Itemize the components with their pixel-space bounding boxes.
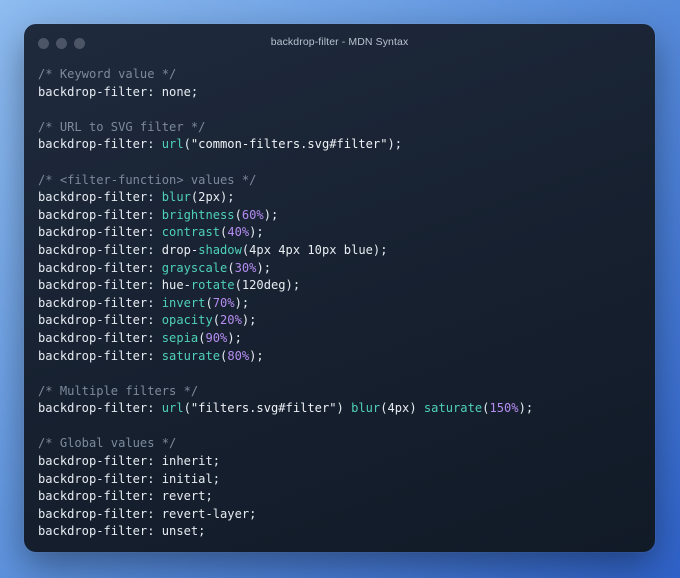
code-line: backdrop-filter: initial; bbox=[38, 471, 645, 489]
code-function: blur bbox=[161, 190, 191, 205]
code-text: backdrop-filter: inherit; bbox=[38, 454, 221, 469]
code-string: "common-filters.svg#filter" bbox=[190, 137, 388, 152]
code-text: ); bbox=[249, 225, 264, 240]
code-text: backdrop-filter: bbox=[38, 207, 162, 222]
code-line: /* URL to SVG filter */ bbox=[38, 119, 645, 137]
code-text: backdrop-filter: bbox=[38, 225, 162, 240]
code-text: backdrop-filter: bbox=[38, 295, 162, 310]
code-function: opacity bbox=[161, 313, 213, 328]
code-line: backdrop-filter: grayscale(30%); bbox=[38, 260, 645, 278]
code-function: saturate bbox=[161, 348, 221, 363]
title-bar: backdrop-filter - MDN Syntax bbox=[24, 24, 655, 62]
code-text: backdrop-filter: initial; bbox=[38, 471, 221, 486]
code-line: backdrop-filter: brightness(60%); bbox=[38, 207, 645, 225]
code-text: backdrop-filter: revert-layer; bbox=[38, 506, 257, 521]
code-text: backdrop-filter: bbox=[38, 190, 162, 205]
code-text: (4px) bbox=[380, 401, 424, 416]
window-title: backdrop-filter - MDN Syntax bbox=[270, 36, 409, 48]
code-text: backdrop-filter: bbox=[38, 348, 162, 363]
code-text: ); bbox=[234, 295, 250, 310]
code-function: brightness bbox=[161, 207, 235, 222]
code-function: grayscale bbox=[161, 260, 228, 275]
code-comment: /* Multiple filters */ bbox=[38, 383, 199, 398]
code-text: ); bbox=[256, 260, 271, 275]
code-text: ( bbox=[212, 313, 221, 328]
code-line: backdrop-filter: blur(2px); bbox=[38, 189, 645, 207]
code-comment: /* <filter-function> values */ bbox=[38, 172, 257, 187]
code-line: backdrop-filter: invert(70%); bbox=[38, 295, 645, 313]
code-text: ); bbox=[263, 207, 279, 222]
code-percent: 40% bbox=[227, 225, 250, 240]
code-function: blur bbox=[351, 401, 381, 416]
code-function: contrast bbox=[161, 225, 221, 240]
code-line: backdrop-filter: unset; bbox=[38, 523, 645, 541]
code-percent: 60% bbox=[241, 207, 264, 222]
code-comment: /* URL to SVG filter */ bbox=[38, 119, 206, 134]
code-function: url bbox=[161, 401, 184, 416]
code-percent: 80% bbox=[227, 348, 250, 363]
code-text: backdrop-filter: drop- bbox=[38, 242, 199, 257]
code-text: ); bbox=[227, 330, 242, 345]
code-line: backdrop-filter: sepia(90%); bbox=[38, 330, 645, 348]
code-text: backdrop-filter: bbox=[38, 401, 162, 416]
code-comment: /* Global values */ bbox=[38, 436, 177, 451]
code-line: backdrop-filter: saturate(80%); bbox=[38, 348, 645, 366]
code-function: sepia bbox=[161, 330, 199, 345]
code-function: rotate bbox=[190, 278, 235, 293]
code-block: /* Keyword value */ backdrop-filter: none… bbox=[38, 66, 645, 541]
code-line: /* Multiple filters */ bbox=[38, 383, 645, 401]
code-text: backdrop-filter: bbox=[38, 330, 162, 345]
code-line: /* Keyword value */ bbox=[38, 66, 645, 84]
code-percent: 90% bbox=[205, 330, 228, 345]
code-text: ( bbox=[205, 295, 213, 310]
code-text: ); bbox=[518, 401, 534, 416]
code-text: ) bbox=[336, 401, 352, 416]
code-function: shadow bbox=[198, 242, 242, 257]
code-percent: 150% bbox=[489, 401, 519, 416]
code-text: ); bbox=[249, 348, 264, 363]
code-text: (120deg); bbox=[234, 278, 301, 293]
code-function: url bbox=[161, 137, 184, 152]
code-text: ); bbox=[241, 313, 257, 328]
code-function: saturate bbox=[423, 401, 483, 416]
code-text: ( bbox=[227, 260, 235, 275]
code-line: backdrop-filter: opacity(20%); bbox=[38, 312, 645, 330]
code-percent: 30% bbox=[234, 260, 257, 275]
code-text: ); bbox=[387, 137, 403, 152]
code-line: backdrop-filter: none; bbox=[38, 84, 645, 102]
code-line: backdrop-filter: revert; bbox=[38, 488, 645, 506]
code-text: (2px); bbox=[190, 190, 235, 205]
code-line: /* Global values */ bbox=[38, 435, 645, 453]
code-percent: 20% bbox=[220, 313, 242, 328]
code-text: ( bbox=[183, 137, 191, 152]
code-text: (4px 4px 10px blue); bbox=[241, 242, 388, 257]
code-text: backdrop-filter: bbox=[38, 260, 162, 275]
code-comment: /* Keyword value */ bbox=[38, 67, 177, 81]
code-line: backdrop-filter: contrast(40%); bbox=[38, 224, 645, 242]
code-text: ( bbox=[183, 401, 191, 416]
code-line: backdrop-filter: url("filters.svg#filter… bbox=[38, 400, 645, 418]
code-line: backdrop-filter: hue-rotate(120deg); bbox=[38, 277, 645, 295]
code-text: backdrop-filter: hue- bbox=[38, 278, 191, 293]
code-line: backdrop-filter: drop-shadow(4px 4px 10p… bbox=[38, 242, 645, 260]
code-line: /* <filter-function> values */ bbox=[38, 172, 645, 190]
code-text: backdrop-filter: unset; bbox=[38, 524, 206, 539]
code-line: backdrop-filter: revert-layer; bbox=[38, 506, 645, 524]
code-text: backdrop-filter: none; bbox=[38, 84, 199, 99]
code-line: backdrop-filter: inherit; bbox=[38, 453, 645, 471]
code-line: backdrop-filter: url("common-filters.svg… bbox=[38, 136, 645, 154]
code-text: backdrop-filter: bbox=[38, 313, 162, 328]
code-text: backdrop-filter: bbox=[38, 137, 162, 152]
code-text: backdrop-filter: revert; bbox=[38, 489, 213, 504]
code-text: ( bbox=[234, 207, 242, 222]
code-function: invert bbox=[161, 295, 206, 310]
code-string: "filters.svg#filter" bbox=[190, 401, 337, 416]
code-window: backdrop-filter - MDN Syntax /* Keyword … bbox=[24, 24, 655, 552]
code-percent: 70% bbox=[212, 295, 235, 310]
